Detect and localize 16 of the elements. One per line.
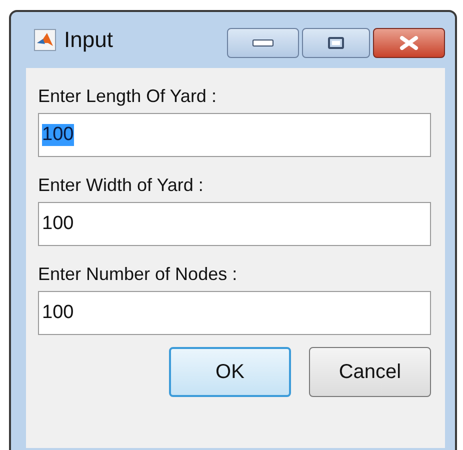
field-label: Enter Length Of Yard : — [38, 86, 218, 107]
field-label: Enter Number of Nodes : — [38, 264, 238, 285]
ok-button[interactable]: OK — [169, 347, 291, 397]
maximize-button[interactable] — [302, 28, 370, 58]
maximize-icon — [328, 37, 344, 49]
cancel-button[interactable]: Cancel — [309, 347, 431, 397]
app-icon — [34, 29, 56, 51]
input-field[interactable]: 100 — [38, 202, 431, 246]
close-icon — [398, 36, 420, 50]
field-label: Enter Width of Yard : — [38, 175, 204, 196]
close-button[interactable] — [373, 28, 445, 58]
input-field[interactable]: 100 — [38, 291, 431, 335]
minimize-icon — [252, 39, 274, 47]
window-title: Input — [64, 27, 114, 53]
input-field[interactable]: 100 — [38, 113, 431, 157]
minimize-button[interactable] — [227, 28, 299, 58]
